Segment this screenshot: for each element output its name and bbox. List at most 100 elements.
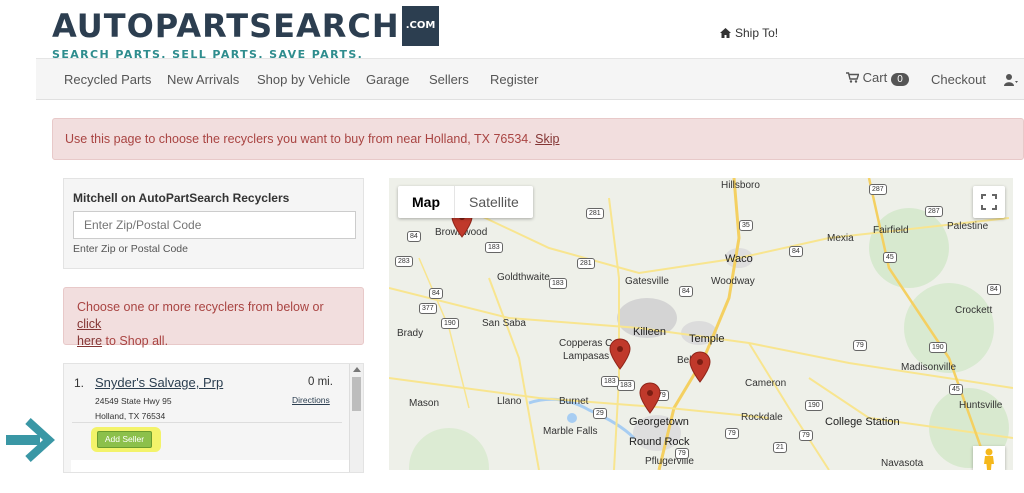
map-type-control: Map Satellite (398, 186, 533, 218)
map-city-label: College Station (825, 416, 900, 428)
map-city-label: Gatesville (625, 276, 669, 287)
logo-dotcom: .COM (401, 6, 440, 46)
map-city-label: Cameron (745, 378, 787, 389)
next-list-item (71, 460, 349, 472)
add-seller-button[interactable]: Add Seller (97, 431, 152, 448)
nav-register[interactable]: Register (490, 72, 538, 87)
highway-shield: 183 (485, 242, 503, 253)
skip-link[interactable]: Skip (535, 132, 559, 146)
map-tab[interactable]: Map (398, 186, 455, 218)
scroll-up-icon[interactable] (353, 367, 361, 372)
highway-shield: 84 (429, 288, 443, 299)
list-scrollbar[interactable] (349, 364, 363, 472)
recycler-name-link[interactable]: Snyder's Salvage, Prp (95, 375, 223, 390)
nav-checkout[interactable]: Checkout (931, 72, 986, 87)
highway-shield: 287 (925, 206, 943, 217)
choose-text-before: Choose one or more recyclers from below … (77, 300, 324, 314)
highway-shield: 283 (395, 256, 413, 267)
map-city-label: Madisonville (901, 362, 957, 373)
highway-shield: 190 (929, 342, 947, 353)
map-city-label: Rockdale (741, 412, 783, 423)
map-marker-icon[interactable] (689, 351, 711, 383)
logo-text: AUTOPARTSEARCH (52, 7, 400, 45)
home-icon (720, 28, 731, 38)
user-icon[interactable] (1004, 73, 1018, 87)
map-city-label: Killeen (633, 326, 667, 338)
cart-icon (846, 72, 860, 83)
highway-shield: 79 (853, 340, 867, 351)
map-city-label: Marble Falls (543, 426, 598, 437)
map-city-label: Temple (689, 333, 725, 345)
street-view-button[interactable] (973, 446, 1005, 470)
here-link[interactable]: here (77, 334, 102, 348)
recycler-address-line1: 24549 State Hwy 95 (95, 396, 172, 406)
highway-shield: 190 (441, 318, 459, 329)
highway-shield: 84 (789, 246, 803, 257)
nav-sellers[interactable]: Sellers (429, 72, 469, 87)
directions-link[interactable]: Directions (292, 395, 330, 405)
nav-shop-by-vehicle[interactable]: Shop by Vehicle (257, 72, 350, 87)
choose-text-after: to Shop all. (102, 334, 169, 348)
main-navbar: Recycled Parts New Arrivals Shop by Vehi… (36, 58, 1024, 100)
satellite-tab[interactable]: Satellite (455, 186, 533, 218)
map-city-label: Fairfield (873, 225, 909, 236)
highway-shield: 21 (773, 442, 787, 453)
map-city-label: Brady (397, 328, 424, 339)
recycler-search-panel: Mitchell on AutoPartSearch Recyclers Ent… (63, 178, 364, 269)
map-city-label: Llano (497, 396, 522, 407)
nav-garage[interactable]: Garage (366, 72, 409, 87)
map-city-label: Waco (725, 253, 753, 265)
map-city-label: Navasota (881, 458, 924, 469)
map-city-label: Round Rock (629, 436, 690, 448)
highway-shield: 35 (739, 220, 753, 231)
highway-shield: 183 (549, 278, 567, 289)
highway-shield: 281 (586, 208, 604, 219)
map-city-label: Mason (409, 398, 440, 409)
cart-label: Cart (862, 70, 888, 85)
recycler-number: 1. (74, 376, 85, 390)
map-city-label: Woodway (711, 276, 755, 287)
nav-recycled-parts[interactable]: Recycled Parts (64, 72, 151, 87)
arrow-right-icon (6, 418, 55, 462)
recycler-instructions-alert: Use this page to choose the recyclers yo… (52, 118, 1024, 160)
divider (72, 422, 342, 423)
cart-count-badge: 0 (891, 73, 909, 86)
recycler-map[interactable]: Hillsboro Brownwood Waco Mexia Fairfield… (389, 178, 1013, 470)
highway-shield: 29 (593, 408, 607, 419)
highway-shield: 281 (577, 258, 595, 269)
nav-cart[interactable]: Cart 0 (846, 70, 909, 86)
map-city-label: Palestine (947, 221, 989, 232)
map-city-label: Mexia (827, 233, 854, 244)
highway-shield: 45 (883, 252, 897, 263)
map-city-label: Hillsboro (721, 180, 760, 191)
map-city-label: Lampasas (563, 351, 610, 362)
ship-to-link[interactable]: Ship To! (720, 26, 778, 40)
pegman-icon (984, 448, 994, 470)
choose-recyclers-alert: Choose one or more recyclers from below … (63, 287, 364, 348)
highway-shield: 84 (679, 286, 693, 297)
page: AUTOPARTSEARCH .COM SEARCH PARTS. SELL P… (0, 0, 1024, 493)
ship-to-label: Ship To! (735, 26, 779, 40)
map-city-label: Crockett (955, 305, 993, 316)
fullscreen-icon (981, 194, 997, 210)
click-link[interactable]: click (77, 317, 101, 331)
fullscreen-button[interactable] (973, 186, 1005, 218)
scroll-thumb[interactable] (352, 377, 361, 411)
highway-shield: 287 (869, 184, 887, 195)
alert-text: Use this page to choose the recyclers yo… (65, 132, 536, 146)
highway-shield: 45 (949, 384, 963, 395)
recycler-address-line2: Holland, TX 76534 (95, 411, 166, 421)
highway-shield: 183 (617, 380, 635, 391)
nav-new-arrivals[interactable]: New Arrivals (167, 72, 239, 87)
recycler-distance: 0 mi. (308, 376, 333, 388)
highway-shield: 79 (799, 430, 813, 441)
highway-shield: 183 (601, 376, 619, 387)
map-city-label: Georgetown (629, 416, 689, 428)
highway-shield: 84 (987, 284, 1001, 295)
map-marker-icon[interactable] (639, 382, 661, 414)
highway-shield: 84 (407, 231, 421, 242)
map-marker-icon[interactable] (609, 338, 631, 370)
zip-code-input[interactable] (73, 211, 356, 239)
map-city-label: Huntsville (959, 400, 1003, 411)
logo[interactable]: AUTOPARTSEARCH .COM SEARCH PARTS. SELL P… (52, 6, 440, 61)
